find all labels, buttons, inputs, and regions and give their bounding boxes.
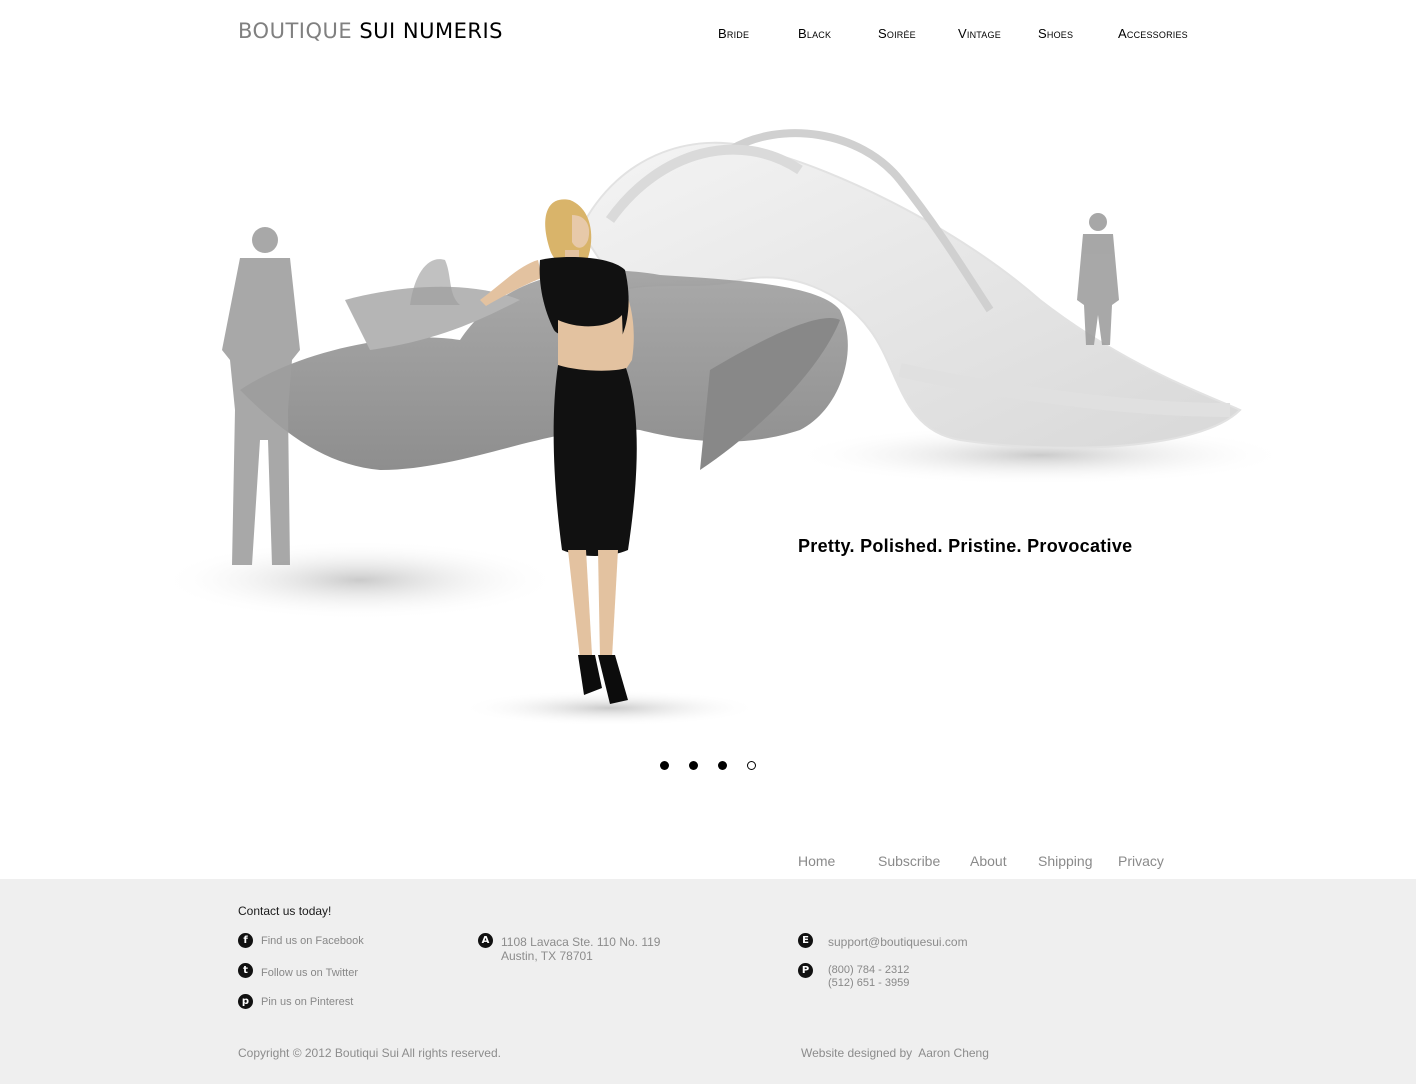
hero-image xyxy=(160,129,1290,726)
address-line-1: 1108 Lavaca Ste. 110 No. 119 xyxy=(501,935,661,949)
phone-line-2: (512) 651 - 3959 xyxy=(828,977,910,989)
nav-item-vintage[interactable]: Vintage xyxy=(958,26,1001,41)
address-icon: A xyxy=(478,933,493,948)
address-line-2: Austin, TX 78701 xyxy=(501,949,593,963)
footer-link-shipping[interactable]: Shipping xyxy=(1038,853,1093,869)
address-block: 1108 Lavaca Ste. 110 No. 119 Austin, TX … xyxy=(501,935,660,963)
facebook-icon: f xyxy=(238,933,253,948)
pinterest-link-label: Pin us on Pinterest xyxy=(261,996,354,1008)
twitter-icon: t xyxy=(238,963,253,978)
phone-line-1: (800) 784 - 2312 xyxy=(828,964,910,976)
nav-item-black[interactable]: Black xyxy=(798,26,831,41)
footer xyxy=(0,879,1416,1084)
slide-dot-1[interactable] xyxy=(660,761,669,770)
footer-link-home[interactable]: Home xyxy=(798,853,835,869)
phone-icon: P xyxy=(798,963,813,978)
site-logo[interactable]: BOUTIQUE SUI NUMERIS xyxy=(238,19,503,43)
nav-item-soiree[interactable]: Soirée xyxy=(878,26,916,41)
copyright-text: Copyright © 2012 Boutiqui Sui All rights… xyxy=(238,1046,501,1060)
footer-link-subscribe[interactable]: Subscribe xyxy=(878,853,940,869)
nav-item-bride[interactable]: Bride xyxy=(718,26,749,41)
slide-dot-2[interactable] xyxy=(689,761,698,770)
twitter-link-label: Follow us on Twitter xyxy=(261,967,359,979)
slide-dot-3[interactable] xyxy=(718,761,727,770)
model-figure xyxy=(480,199,637,704)
nav-item-shoes[interactable]: Shoes xyxy=(1038,26,1073,41)
facebook-link-label: Find us on Facebook xyxy=(261,935,364,947)
logo-part-boutique: BOUTIQUE xyxy=(238,19,353,43)
designer-credit: Website designed by Aaron Cheng xyxy=(801,1046,989,1060)
hero-slideshow xyxy=(140,110,1290,750)
contact-title: Contact us today! xyxy=(238,904,332,918)
pinterest-icon: p xyxy=(238,994,253,1009)
email-link[interactable]: support@boutiquesui.com xyxy=(828,935,968,949)
footer-link-about[interactable]: About xyxy=(970,853,1007,869)
hero-tagline: Pretty. Polished. Pristine. Provocative xyxy=(798,536,1133,556)
logo-part-sui-numeris: SUI NUMERIS xyxy=(359,19,503,43)
footer-link-privacy[interactable]: Privacy xyxy=(1118,853,1164,869)
slide-dot-4-active[interactable] xyxy=(747,761,756,770)
nav-item-accessories[interactable]: Accessories xyxy=(1118,26,1188,41)
phone-block: (800) 784 - 2312 (512) 651 - 3959 xyxy=(828,964,909,990)
email-icon: E xyxy=(798,933,813,948)
